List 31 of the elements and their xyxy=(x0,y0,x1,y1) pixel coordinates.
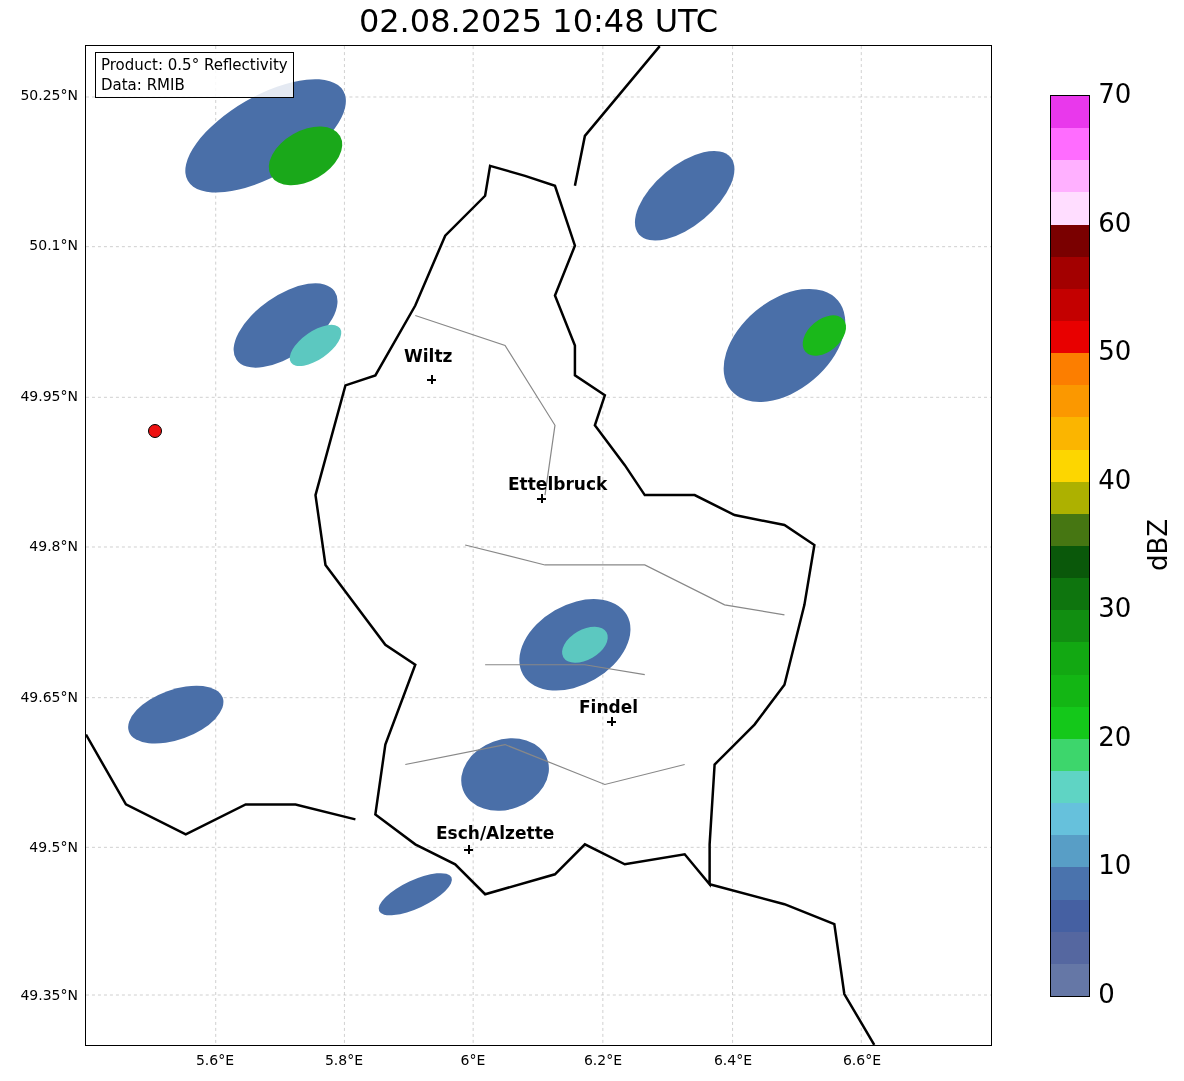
colorbar-tick-label: 70 xyxy=(1098,79,1132,109)
axis-tick-label: 5.6°E xyxy=(194,1052,236,1068)
plus-marker-icon xyxy=(464,845,473,854)
axis-tick-label: 49.5°N xyxy=(29,839,78,855)
colorbar-tick-label: 10 xyxy=(1098,850,1132,881)
axis-tick-label: 6.2°E xyxy=(582,1052,624,1068)
axis-tick-label: 6.4°E xyxy=(712,1052,754,1068)
info-text: Data: RMIB xyxy=(101,75,186,95)
colorbar-tick-label: 60 xyxy=(1098,207,1132,238)
info-text: Product: 0.5° Reflectivity xyxy=(101,55,288,75)
colorbar-tick-label: 40 xyxy=(1098,464,1132,495)
colorbar-label: dBZ xyxy=(1142,518,1173,572)
axis-tick-label: 6°E xyxy=(459,1052,487,1068)
axis-tick-label: 5.8°E xyxy=(323,1052,365,1068)
axis-tick-label: 49.65°N xyxy=(20,689,78,705)
axis-tick-label: 49.35°N xyxy=(20,987,78,1003)
colorbar-tick-label: 20 xyxy=(1098,721,1132,752)
axis-tick-label: 50.25°N xyxy=(20,87,78,103)
axis-tick-label: 50.1°N xyxy=(29,237,78,253)
place-label: Findel xyxy=(579,697,639,717)
colorbar-tick-label: 30 xyxy=(1098,593,1132,624)
axis-tick-label: 6.6°E xyxy=(841,1052,883,1068)
colorbar-tick-label: 50 xyxy=(1098,336,1132,367)
place-label: Wiltz xyxy=(404,346,453,366)
place-label: Ettelbruck xyxy=(508,474,608,494)
plus-marker-icon xyxy=(607,717,616,726)
axis-tick-label: 49.8°N xyxy=(29,538,78,554)
place-label: Esch/Alzette xyxy=(436,823,555,843)
chart-title: 02.08.2025 10:48 UTC xyxy=(357,1,720,42)
axis-tick-label: 49.95°N xyxy=(20,388,78,404)
colorbar-tick-label: 0 xyxy=(1098,979,1115,1009)
